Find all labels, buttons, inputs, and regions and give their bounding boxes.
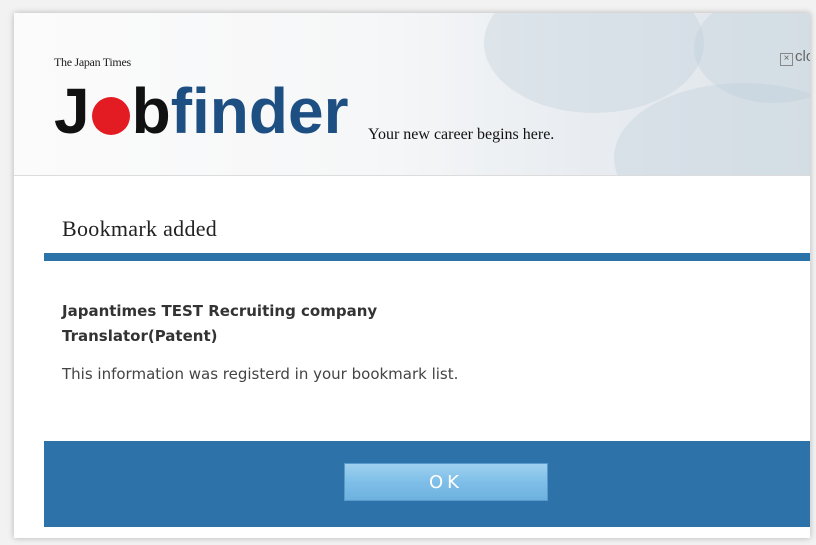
company-name: Japantimes TEST Recruiting company xyxy=(62,302,378,320)
logo-letter-b: b xyxy=(131,75,171,147)
close-button[interactable]: ×clo xyxy=(780,48,810,66)
bookmark-dialog: The Japan Times Jbfinder Your new career… xyxy=(14,13,810,538)
dialog-header: The Japan Times Jbfinder Your new career… xyxy=(14,13,810,176)
logo-letter-j: J xyxy=(54,75,90,147)
close-icon[interactable]: × xyxy=(780,53,793,66)
window-background: The Japan Times Jbfinder Your new career… xyxy=(0,0,816,545)
close-label[interactable]: clo xyxy=(795,48,810,65)
confirmation-message: This information was registerd in your b… xyxy=(62,365,459,383)
publisher-name: The Japan Times xyxy=(54,55,131,69)
jobfinder-logo: Jbfinder xyxy=(54,71,348,151)
dialog-footer: OK xyxy=(44,441,810,527)
job-position: Translator(Patent) xyxy=(62,327,218,345)
dialog-content: Japantimes TEST Recruiting company Trans… xyxy=(62,299,458,385)
title-divider xyxy=(44,253,810,261)
logo-word-finder: finder xyxy=(170,75,349,147)
logo-red-dot xyxy=(91,97,130,135)
tagline: Your new career begins here. xyxy=(368,126,555,143)
ok-button[interactable]: OK xyxy=(344,463,548,501)
dialog-title: Bookmark added xyxy=(62,216,218,241)
